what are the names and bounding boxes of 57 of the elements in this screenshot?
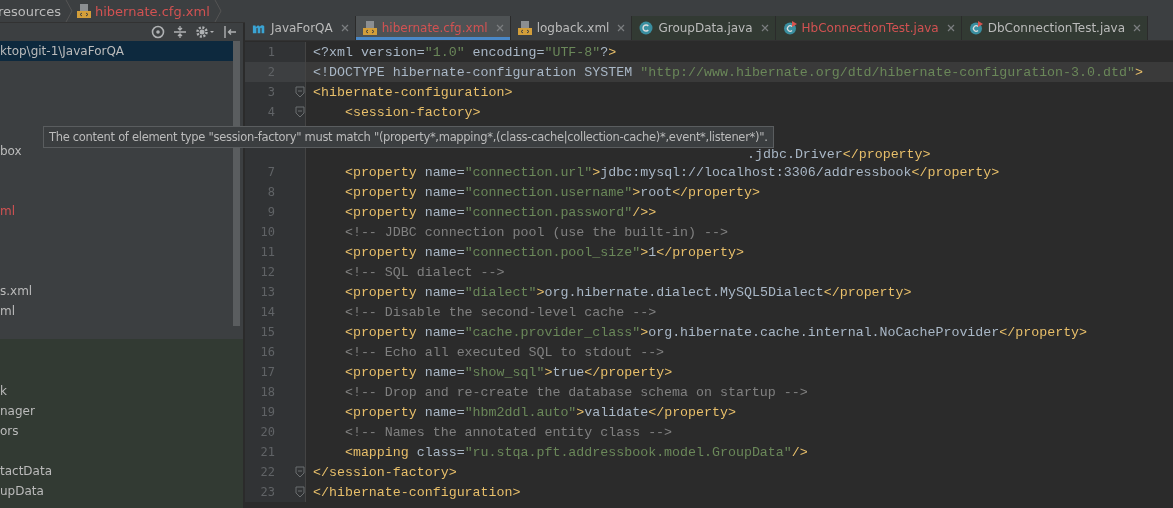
xml-file-icon [77,4,91,18]
error-tooltip: The content of element type "session-factory" must match "(property*,mapping*,(class-cache|collection-cache)*,event*,listener*)". [43,126,774,148]
tree-item[interactable]: k [0,381,243,401]
chevron-icon [213,0,222,22]
code-line: <hibernate-configuration> [312,84,513,100]
fold-marker-icon [295,106,305,118]
fold-marker-icon [295,466,305,478]
breadcrumb-item[interactable]: resources [0,3,65,19]
editor-tab[interactable]: GroupData.java [632,16,776,40]
close-icon [1133,24,1142,32]
code-line: .jdbc.Driver</property> [746,146,931,162]
tree-item[interactable]: ktop\git-1\JavaForQA [0,41,233,61]
tree-item[interactable]: tactData [0,461,243,481]
close-icon [760,24,769,32]
tree-item[interactable]: ml [0,301,233,321]
code-line: <property name="dialect">org.hibernate.dialect.MySQL5Dialect</property> [343,284,912,300]
code-line: <property name="connection.username">root</property> [343,184,760,200]
fold-marker-icon [295,86,305,98]
editor-tab[interactable]: HbConnectionTest.java [775,16,962,40]
code-line: <?xml version="1.0" encoding="UTF-8"?> [312,44,617,60]
hide-panel-icon[interactable] [223,25,237,39]
close-icon [495,24,504,32]
code-line: <property name="connection.pool_size">1</property> [343,244,744,260]
test-class-icon [968,21,983,35]
locate-icon[interactable] [151,25,165,39]
close-icon [617,24,626,32]
tree-item[interactable]: upData [0,481,243,501]
code-line: <property name="cache.provider_class">org.hibernate.cache.internal.NoCacheProvider</property> [343,324,1088,340]
collapse-icon[interactable] [173,25,187,39]
code-line: </session-factory> [312,464,457,480]
code-line: <!DOCTYPE hibernate-configuration SYSTEM "http://www.hibernate.org/dtd/hibernate-configuration-3.0.dtd"> [312,64,1143,80]
code-line: <mapping class="ru.stqa.pft.addressbook.model.GroupData"/> [343,444,808,460]
settings-icon[interactable] [195,25,215,39]
xml-file-icon [517,21,532,35]
tree-item[interactable]: nager [0,401,243,421]
code-line: <property name="show_sql">true</property> [343,364,673,380]
code-line: <property name="connection.password"/>> [343,204,657,220]
class-icon [639,21,654,35]
fold-marker-icon [295,486,305,498]
code-line: <!-- Disable the second-level cache --> [343,304,657,320]
code-line: </hibernate-configuration> [312,484,521,500]
close-icon [946,24,955,32]
close-icon [340,24,349,32]
test-class-icon [782,21,797,35]
tree-item[interactable]: s.xml [0,281,233,301]
chevron-icon [65,0,73,22]
code-line: <!-- Drop and re-create the database schema on startup --> [343,384,808,400]
tree-item[interactable]: ors [0,421,243,441]
xml-file-icon [362,21,377,35]
editor-tab[interactable]: DbConnectionTest.java [961,16,1149,40]
code-line: <property name="hbm2ddl.auto">validate</property> [343,404,736,420]
code-line: <!-- SQL dialect --> [343,264,505,280]
code-line: <session-factory> [343,104,481,120]
code-line: <!-- Names the annotated entity class --> [343,424,673,440]
code-line: <property name="connection.url">jdbc:mysql://localhost:3306/addressbook</property> [343,164,1000,180]
code-line: <!-- Echo all executed SQL to stdout --> [343,344,665,360]
code-line: <!-- JDBC connection pool (use the built-in) --> [343,224,728,240]
